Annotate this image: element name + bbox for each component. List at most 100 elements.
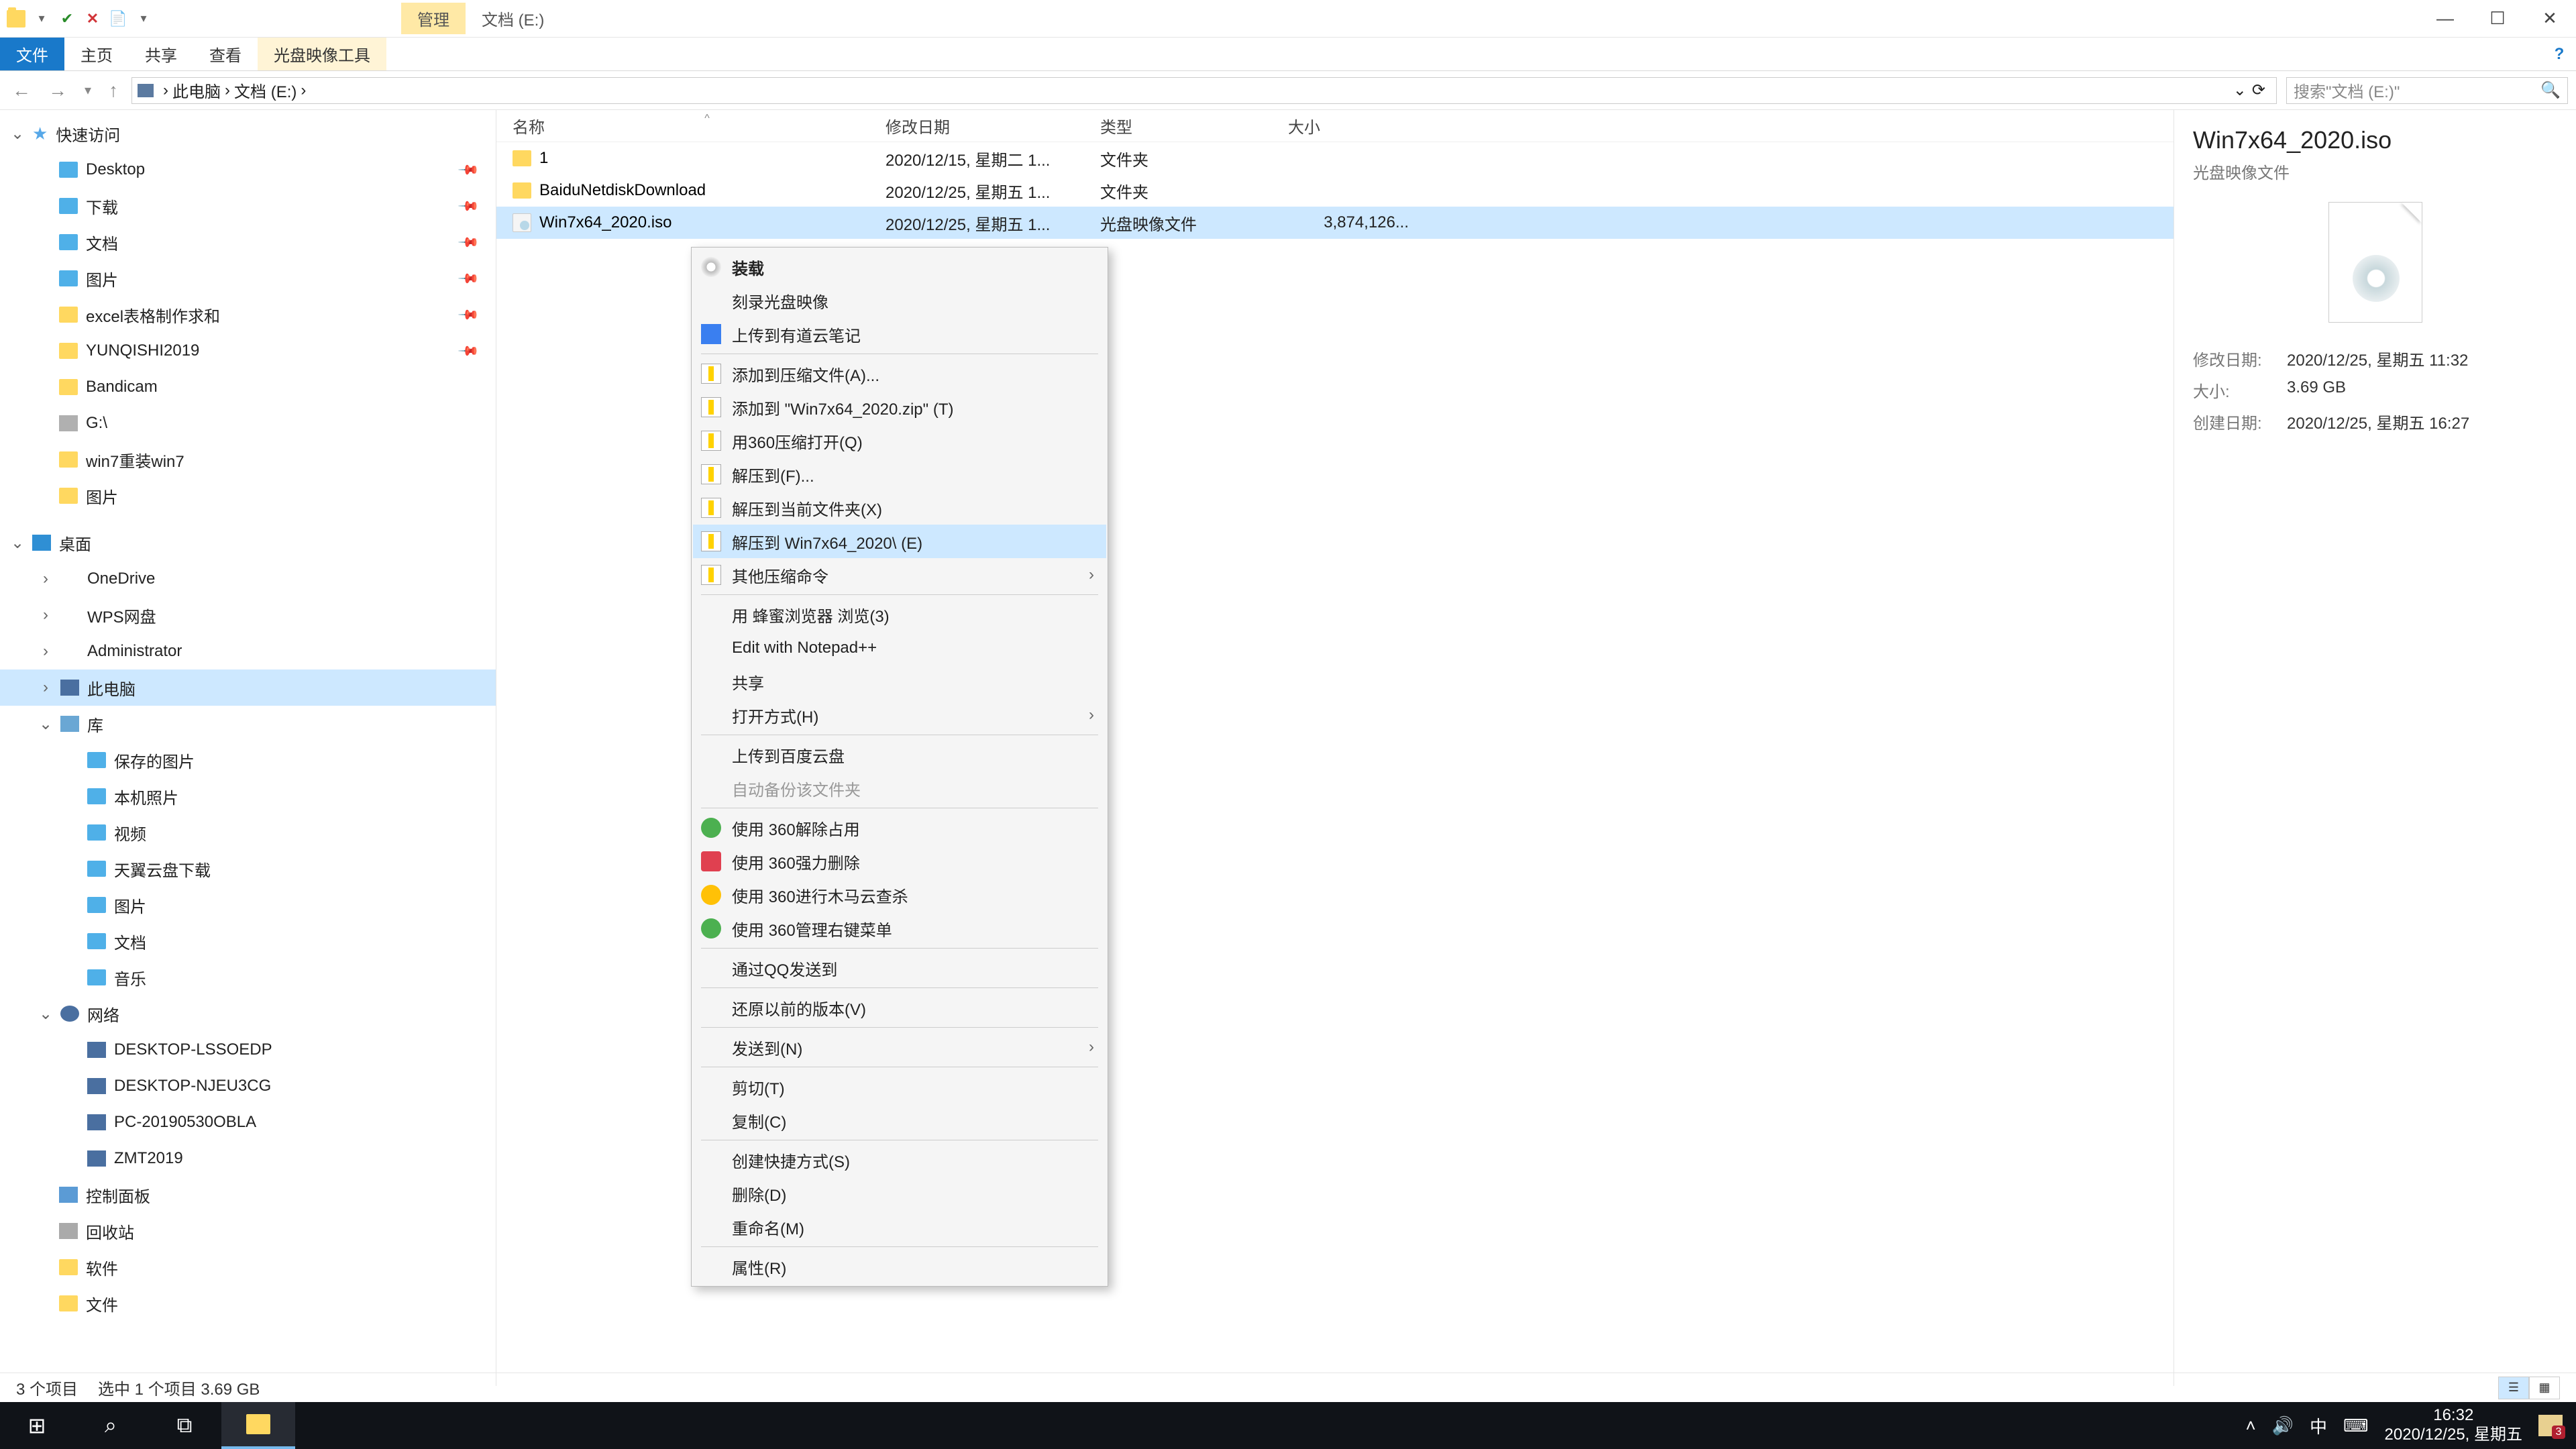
tree-item[interactable]: 音乐 (0, 959, 496, 996)
tab-home[interactable]: 主页 (64, 38, 129, 70)
crumb-dropdown-icon[interactable]: ⌄ (2233, 80, 2247, 100)
new-folder-icon[interactable]: 📄 (109, 9, 127, 28)
tree-quick-access[interactable]: ⌄★快速访问 (0, 115, 496, 152)
tree-item[interactable]: 回收站 (0, 1213, 496, 1249)
tree-item[interactable]: ›OneDrive (0, 561, 496, 597)
view-icons-button[interactable]: ▦ (2529, 1377, 2560, 1399)
tree-item[interactable]: win7重装win7 (0, 441, 496, 478)
menu-item[interactable]: 装载 (693, 250, 1106, 284)
view-details-button[interactable]: ☰ (2498, 1377, 2529, 1399)
tree-item[interactable]: 图片 (0, 887, 496, 923)
col-size[interactable]: 大小 (1288, 114, 1422, 138)
menu-item[interactable]: 其他压缩命令› (693, 558, 1106, 592)
tree-item[interactable]: ›此电脑 (0, 669, 496, 706)
tree-item[interactable]: 控制面板 (0, 1177, 496, 1213)
clock[interactable]: 16:32 2020/12/25, 星期五 (2385, 1406, 2522, 1445)
tree-item[interactable]: 文件 (0, 1285, 496, 1322)
tree-desktop[interactable]: ⌄桌面 (0, 525, 496, 561)
tree-item[interactable]: excel表格制作求和📌 (0, 297, 496, 333)
tree-item[interactable]: ZMT2019 (0, 1140, 496, 1177)
tree-network[interactable]: ⌄网络 (0, 996, 496, 1032)
menu-item[interactable]: 解压到(F)... (693, 458, 1106, 491)
tab-file[interactable]: 文件 (0, 38, 64, 70)
qat-dropdown-icon[interactable]: ▾ (134, 9, 153, 28)
tree-item[interactable]: 文档 (0, 923, 496, 959)
help-icon[interactable]: ? (2542, 38, 2576, 70)
menu-item[interactable]: 用 蜂蜜浏览器 浏览(3) (693, 598, 1106, 631)
tab-disc-tools[interactable]: 光盘映像工具 (258, 38, 386, 70)
tree-item[interactable]: 图片📌 (0, 260, 496, 297)
menu-item[interactable]: Edit with Notepad++ (693, 631, 1106, 665)
file-row[interactable]: 1 2020/12/15, 星期二 1...文件夹 (496, 142, 2174, 174)
tree-item[interactable]: ⌄库 (0, 706, 496, 742)
menu-item[interactable]: 还原以前的版本(V) (693, 991, 1106, 1024)
tree-item[interactable]: 本机照片 (0, 778, 496, 814)
explorer-taskbar-button[interactable] (221, 1402, 295, 1449)
menu-item[interactable]: 上传到百度云盘 (693, 738, 1106, 771)
crumb-part[interactable]: 此电脑 (172, 78, 221, 102)
menu-item[interactable]: 使用 360强力删除 (693, 845, 1106, 878)
menu-item[interactable]: 共享 (693, 665, 1106, 698)
menu-item[interactable]: 上传到有道云笔记 (693, 317, 1106, 351)
menu-item[interactable]: 创建快捷方式(S) (693, 1143, 1106, 1177)
menu-item[interactable]: 解压到当前文件夹(X) (693, 491, 1106, 525)
nav-back-icon[interactable]: ← (8, 80, 35, 101)
file-row[interactable]: Win7x64_2020.iso 2020/12/25, 星期五 1...光盘映… (496, 207, 2174, 239)
tab-share[interactable]: 共享 (129, 38, 193, 70)
start-button[interactable]: ⊞ (0, 1402, 74, 1449)
breadcrumb[interactable]: › 此电脑 › 文档 (E:) › ⌄ ⟳ (131, 77, 2277, 104)
menu-item[interactable]: 通过QQ发送到 (693, 951, 1106, 985)
volume-icon[interactable]: 🔊 (2272, 1415, 2294, 1436)
close-x-icon[interactable]: ✕ (83, 9, 102, 28)
menu-item[interactable]: 复制(C) (693, 1104, 1106, 1137)
tree-item[interactable]: 保存的图片 (0, 742, 496, 778)
search-input[interactable]: 搜索"文档 (E:)" 🔍 (2286, 77, 2568, 104)
col-date[interactable]: 修改日期 (885, 114, 1100, 138)
search-button[interactable]: ⌕ (74, 1402, 148, 1449)
tray-chevron-icon[interactable]: ˄ (2245, 1415, 2255, 1436)
crumb-part[interactable]: 文档 (E:) (234, 78, 297, 102)
tree-item[interactable]: 天翼云盘下载 (0, 851, 496, 887)
nav-history-icon[interactable]: ▾ (80, 82, 95, 99)
notification-icon[interactable] (2538, 1415, 2563, 1436)
menu-item[interactable]: 用360压缩打开(Q) (693, 424, 1106, 458)
tree-item[interactable]: 文档📌 (0, 224, 496, 260)
minimize-button[interactable]: — (2419, 0, 2471, 38)
tree-item[interactable]: 下载📌 (0, 188, 496, 224)
menu-item[interactable]: 使用 360进行木马云查杀 (693, 878, 1106, 912)
tree-item[interactable]: ›WPS网盘 (0, 597, 496, 633)
menu-item[interactable]: 使用 360解除占用 (693, 811, 1106, 845)
tree-item[interactable]: Desktop📌 (0, 152, 496, 188)
tree-item[interactable]: Bandicam (0, 369, 496, 405)
tree-item[interactable]: 软件 (0, 1249, 496, 1285)
tab-view[interactable]: 查看 (193, 38, 258, 70)
menu-item[interactable]: 打开方式(H)› (693, 698, 1106, 732)
tree-item[interactable]: G:\ (0, 405, 496, 441)
qat-menu-icon[interactable]: ▾ (32, 9, 51, 28)
col-type[interactable]: 类型 (1100, 114, 1288, 138)
menu-item[interactable]: 属性(R) (693, 1250, 1106, 1283)
menu-item[interactable]: 剪切(T) (693, 1070, 1106, 1104)
nav-forward-icon[interactable]: → (44, 80, 71, 101)
tree-item[interactable]: ›Administrator (0, 633, 496, 669)
refresh-icon[interactable]: ⟳ (2252, 80, 2265, 100)
close-button[interactable]: ✕ (2524, 0, 2576, 38)
tree-item[interactable]: DESKTOP-NJEU3CG (0, 1068, 496, 1104)
menu-item[interactable]: 刻录光盘映像 (693, 284, 1106, 317)
task-view-button[interactable]: ⧉ (148, 1402, 221, 1449)
tree-item[interactable]: PC-20190530OBLA (0, 1104, 496, 1140)
ime-icon[interactable]: 中 (2310, 1413, 2327, 1438)
col-name[interactable]: ^名称 (496, 114, 885, 138)
ime-mode-icon[interactable]: ⌨ (2343, 1415, 2369, 1436)
check-icon[interactable]: ✔ (58, 9, 76, 28)
menu-item[interactable]: 添加到 "Win7x64_2020.zip" (T) (693, 390, 1106, 424)
tree-item[interactable]: DESKTOP-LSSOEDP (0, 1032, 496, 1068)
menu-item[interactable]: 发送到(N)› (693, 1030, 1106, 1064)
tree-item[interactable]: YUNQISHI2019📌 (0, 333, 496, 369)
search-icon[interactable]: 🔍 (2540, 80, 2561, 100)
menu-item[interactable]: 使用 360管理右键菜单 (693, 912, 1106, 945)
nav-up-icon[interactable]: ↑ (105, 80, 122, 101)
tree-item[interactable]: 图片 (0, 478, 496, 514)
menu-item[interactable]: 添加到压缩文件(A)... (693, 357, 1106, 390)
maximize-button[interactable]: ☐ (2471, 0, 2524, 38)
